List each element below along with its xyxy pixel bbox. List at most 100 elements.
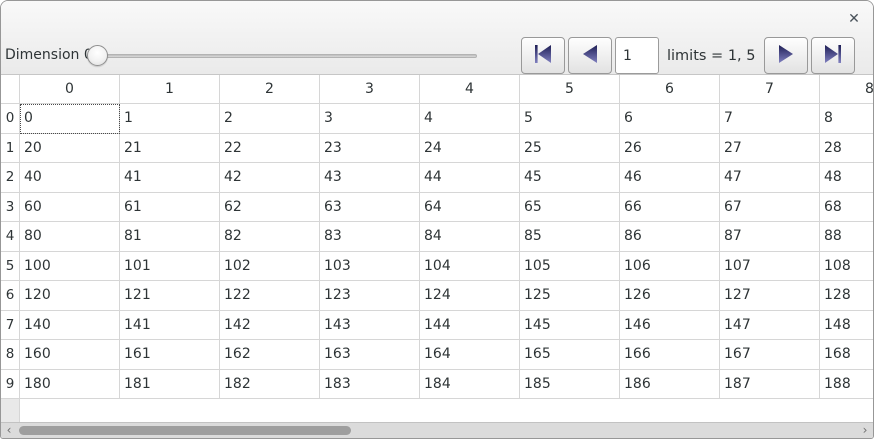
table-cell[interactable]: 128: [820, 281, 873, 311]
row-header[interactable]: 3: [1, 193, 20, 223]
first-page-button[interactable]: [521, 37, 565, 74]
table-cell[interactable]: 106: [620, 252, 720, 282]
table-cell[interactable]: 25: [520, 134, 620, 164]
dimension-slider-track[interactable]: [97, 54, 477, 58]
table-cell[interactable]: 125: [520, 281, 620, 311]
table-cell[interactable]: 66: [620, 193, 720, 223]
column-header[interactable]: 5: [520, 75, 620, 104]
row-header[interactable]: 9: [1, 370, 20, 400]
table-cell[interactable]: 162: [220, 340, 320, 370]
column-header[interactable]: 6: [620, 75, 720, 104]
table-cell[interactable]: 88: [820, 222, 873, 252]
row-header[interactable]: 0: [1, 104, 20, 134]
column-header[interactable]: 7: [720, 75, 820, 104]
table-cell[interactable]: 120: [20, 281, 120, 311]
horizontal-scrollbar[interactable]: ‹ ›: [1, 422, 873, 438]
table-cell[interactable]: 108: [820, 252, 873, 282]
table-cell[interactable]: 141: [120, 311, 220, 341]
table-cell[interactable]: 183: [320, 370, 420, 400]
table-cell[interactable]: 105: [520, 252, 620, 282]
table-cell[interactable]: 127: [720, 281, 820, 311]
row-header[interactable]: 4: [1, 222, 20, 252]
table-cell[interactable]: 144: [420, 311, 520, 341]
table-cell[interactable]: 122: [220, 281, 320, 311]
table-cell[interactable]: 81: [120, 222, 220, 252]
table-cell[interactable]: 82: [220, 222, 320, 252]
table-cell[interactable]: 186: [620, 370, 720, 400]
table-cell[interactable]: 180: [20, 370, 120, 400]
table-cell[interactable]: 181: [120, 370, 220, 400]
table-cell[interactable]: 187: [720, 370, 820, 400]
table-cell[interactable]: 0: [20, 104, 120, 134]
table-cell[interactable]: 24: [420, 134, 520, 164]
table-cell[interactable]: 101: [120, 252, 220, 282]
table-cell[interactable]: 47: [720, 163, 820, 193]
table-cell[interactable]: 143: [320, 311, 420, 341]
table-cell[interactable]: 45: [520, 163, 620, 193]
table-cell[interactable]: 62: [220, 193, 320, 223]
table-cell[interactable]: 46: [620, 163, 720, 193]
table-cell[interactable]: 184: [420, 370, 520, 400]
row-header[interactable]: 8: [1, 340, 20, 370]
table-cell[interactable]: 160: [20, 340, 120, 370]
table-cell[interactable]: 146: [620, 311, 720, 341]
table-cell[interactable]: 87: [720, 222, 820, 252]
table-cell[interactable]: 121: [120, 281, 220, 311]
table-cell[interactable]: 107: [720, 252, 820, 282]
table-cell[interactable]: 23: [320, 134, 420, 164]
table-cell[interactable]: 102: [220, 252, 320, 282]
table-cell[interactable]: 2: [220, 104, 320, 134]
previous-page-button[interactable]: [568, 37, 612, 74]
horizontal-scrollbar-thumb[interactable]: [19, 426, 351, 435]
table-cell[interactable]: 168: [820, 340, 873, 370]
table-cell[interactable]: 103: [320, 252, 420, 282]
table-cell[interactable]: 124: [420, 281, 520, 311]
table-cell[interactable]: 148: [820, 311, 873, 341]
page-number-input[interactable]: [615, 37, 659, 74]
table-cell[interactable]: 182: [220, 370, 320, 400]
table-cell[interactable]: 188: [820, 370, 873, 400]
table-cell[interactable]: 67: [720, 193, 820, 223]
table-cell[interactable]: 7: [720, 104, 820, 134]
row-header[interactable]: 1: [1, 134, 20, 164]
column-header[interactable]: 4: [420, 75, 520, 104]
table-cell[interactable]: 6: [620, 104, 720, 134]
dimension-slider-handle[interactable]: [87, 45, 108, 66]
row-header[interactable]: 2: [1, 163, 20, 193]
table-cell[interactable]: 80: [20, 222, 120, 252]
table-cell[interactable]: 166: [620, 340, 720, 370]
table-cell[interactable]: 40: [20, 163, 120, 193]
next-page-button[interactable]: [764, 37, 808, 74]
table-cell[interactable]: 165: [520, 340, 620, 370]
row-header[interactable]: 5: [1, 252, 20, 282]
table-cell[interactable]: 8: [820, 104, 873, 134]
table-cell[interactable]: 167: [720, 340, 820, 370]
table-cell[interactable]: 126: [620, 281, 720, 311]
table-cell[interactable]: 60: [20, 193, 120, 223]
table-cell[interactable]: 185: [520, 370, 620, 400]
table-cell[interactable]: 142: [220, 311, 320, 341]
table-cell[interactable]: 22: [220, 134, 320, 164]
table-cell[interactable]: 20: [20, 134, 120, 164]
table-cell[interactable]: 68: [820, 193, 873, 223]
table-cell[interactable]: 28: [820, 134, 873, 164]
table-cell[interactable]: 1: [120, 104, 220, 134]
table-cell[interactable]: 48: [820, 163, 873, 193]
table-cell[interactable]: 5: [520, 104, 620, 134]
table-cell[interactable]: 42: [220, 163, 320, 193]
column-header[interactable]: 0: [20, 75, 120, 104]
table-cell[interactable]: 123: [320, 281, 420, 311]
table-cell[interactable]: 147: [720, 311, 820, 341]
column-header[interactable]: 3: [320, 75, 420, 104]
column-header[interactable]: 1: [120, 75, 220, 104]
column-header[interactable]: 2: [220, 75, 320, 104]
last-page-button[interactable]: [811, 37, 855, 74]
close-button[interactable]: ✕: [843, 8, 865, 30]
table-cell[interactable]: 164: [420, 340, 520, 370]
table-cell[interactable]: 161: [120, 340, 220, 370]
table-cell[interactable]: 27: [720, 134, 820, 164]
column-header[interactable]: 8: [820, 75, 873, 104]
table-cell[interactable]: 85: [520, 222, 620, 252]
table-cell[interactable]: 163: [320, 340, 420, 370]
table-cell[interactable]: 145: [520, 311, 620, 341]
